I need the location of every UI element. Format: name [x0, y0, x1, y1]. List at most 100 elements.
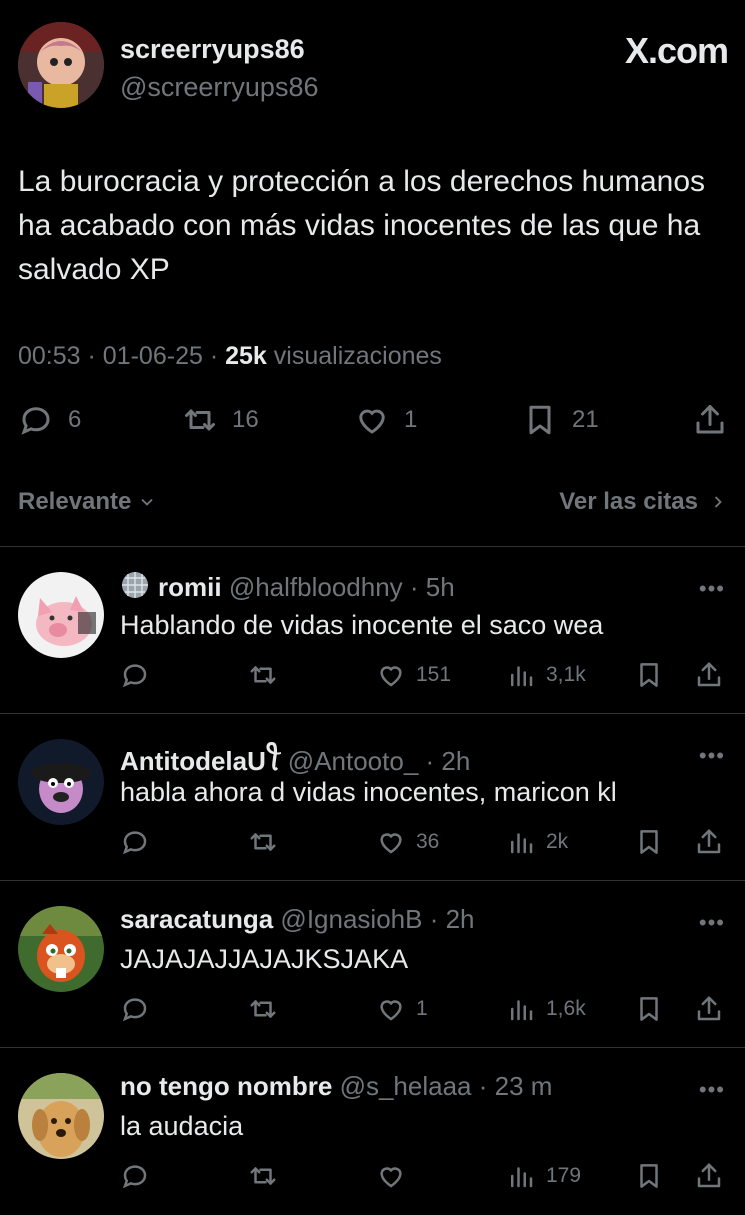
reply-author-name[interactable]: no tengo nombre [120, 1071, 332, 1101]
views-label[interactable]: visualizaciones [274, 342, 442, 370]
reply-share-button[interactable] [694, 1159, 724, 1193]
reply-item[interactable]: AntitodelaUꪻ @Antooto_ · 2h ••• habla ah… [0, 715, 745, 881]
tweet-time: 00:53 [18, 342, 81, 370]
author-handle[interactable]: @screerryups86 [120, 72, 318, 103]
views-chart-icon [511, 833, 533, 854]
reply-views-button[interactable]: 179 [506, 1159, 581, 1193]
reply-author-handle[interactable]: @halfbloodhny [229, 572, 403, 602]
retweet-button[interactable]: 16 [182, 402, 259, 438]
reply-count: 6 [68, 406, 82, 433]
reply-icon [122, 664, 147, 688]
reply-like-button[interactable]: 1 [376, 992, 428, 1026]
sort-dropdown[interactable]: Relevante [18, 488, 157, 516]
reply-author-handle[interactable]: @s_helaaa [340, 1071, 472, 1101]
reply-icon [21, 407, 50, 435]
reply-like-button[interactable]: 36 [376, 825, 439, 859]
bookmark-button[interactable]: 21 [522, 402, 599, 438]
disco-ball-icon [122, 572, 148, 598]
reply-time[interactable]: 23 m [495, 1071, 553, 1101]
bookmark-icon [640, 663, 658, 687]
reply-item[interactable]: saracatunga @IgnasiohB · 2h ••• JAJAJAJJ… [0, 882, 745, 1048]
x-logo: X.com [624, 30, 729, 71]
reply-share-button[interactable] [694, 992, 724, 1026]
meta-separator: · [471, 1071, 495, 1101]
retweet-count: 16 [232, 406, 259, 433]
reply-icon [122, 831, 147, 855]
reply-author-handle[interactable]: @Antooto_ [288, 746, 418, 776]
meta-separator: · [418, 746, 442, 776]
reply-like-count: 151 [416, 663, 452, 686]
reply-retweet-button[interactable] [248, 992, 278, 1026]
reply-bookmark-button[interactable] [634, 992, 664, 1026]
reply-text: la audacia [120, 1111, 244, 1141]
reply-bookmark-button[interactable] [634, 1159, 664, 1193]
reply-reply-button[interactable] [120, 658, 150, 692]
reply-views-button[interactable]: 2k [506, 825, 568, 859]
reply-share-button[interactable] [694, 825, 724, 859]
more-options-icon[interactable]: ••• [699, 1077, 725, 1103]
reply-text: Hablando de vidas inocente el saco wea [120, 610, 604, 640]
reply-like-button[interactable] [376, 1159, 416, 1193]
reply-author-name[interactable]: romii [158, 572, 222, 602]
more-options-icon[interactable]: ••• [699, 910, 725, 936]
meta-separator: · [402, 572, 426, 602]
reply-retweet-button[interactable] [248, 825, 278, 859]
reply-icon [122, 998, 147, 1022]
reply-author-name[interactable]: saracatunga [120, 904, 273, 934]
views-count: 25k [225, 342, 267, 370]
reply-retweet-button[interactable] [248, 1159, 278, 1193]
reply-author-handle[interactable]: @IgnasiohB [280, 904, 422, 934]
retweet-icon [250, 1167, 276, 1185]
reply-text: JAJAJAJJAJAJKSJAKA [120, 944, 409, 974]
divider [0, 880, 745, 881]
meta-separator: · [87, 342, 103, 370]
reply-avatar[interactable] [18, 906, 104, 992]
reply-button[interactable]: 6 [18, 402, 81, 438]
retweet-icon [250, 1000, 276, 1018]
reply-like-count: 36 [416, 830, 440, 853]
reply-retweet-button[interactable] [248, 658, 278, 692]
reply-text: habla ahora d vidas inocentes, maricon k… [120, 777, 617, 807]
reply-views-button[interactable]: 3,1k [506, 658, 586, 692]
reply-avatar[interactable] [18, 1073, 104, 1159]
reply-bookmark-button[interactable] [634, 658, 664, 692]
tweet-actions: 6 16 1 21 [18, 402, 728, 448]
tweet-header: screerryups86 @screerryups86 X.com [18, 22, 729, 112]
share-button[interactable] [692, 402, 728, 438]
reply-time[interactable]: 2h [446, 904, 475, 934]
bookmark-icon [640, 1164, 658, 1188]
reply-bookmark-button[interactable] [634, 825, 664, 859]
heart-icon [380, 1167, 402, 1188]
heart-icon [380, 833, 402, 854]
meta-separator: · [422, 904, 446, 934]
reply-avatar[interactable] [18, 739, 104, 825]
share-icon [697, 996, 721, 1021]
divider [0, 1047, 745, 1048]
author-avatar[interactable] [18, 22, 104, 108]
share-icon [696, 405, 724, 434]
views-chart-icon [511, 1000, 533, 1021]
author-display-name[interactable]: screerryups86 [120, 34, 305, 65]
reply-reply-button[interactable] [120, 992, 150, 1026]
heart-icon [380, 1000, 402, 1021]
reply-reply-button[interactable] [120, 1159, 150, 1193]
reply-item[interactable]: romii @halfbloodhny · 5h ••• Hablando de… [0, 548, 745, 714]
more-options-icon[interactable]: ••• [699, 576, 725, 602]
reply-views-button[interactable]: 1,6k [506, 992, 586, 1026]
like-count: 1 [404, 406, 418, 433]
reply-item[interactable]: no tengo nombre @s_helaaa · 23 m ••• la … [0, 1049, 745, 1215]
reply-reply-button[interactable] [120, 825, 150, 859]
reply-time[interactable]: 5h [426, 572, 455, 602]
reply-share-button[interactable] [694, 658, 724, 692]
tweet-text: La burocracia y protección a los derecho… [18, 165, 706, 286]
reply-author-name-suffix: ꪻ [265, 746, 281, 776]
reply-like-button[interactable]: 151 [376, 658, 451, 692]
reply-views-count: 3,1k [546, 663, 586, 686]
like-button[interactable]: 1 [354, 402, 417, 438]
reply-avatar[interactable] [18, 572, 104, 658]
reply-time[interactable]: 2h [441, 746, 470, 776]
reply-author-name[interactable]: AntitodelaU [120, 746, 266, 776]
view-quotes-link[interactable]: Ver las citas [559, 488, 728, 516]
more-options-icon[interactable]: ••• [699, 743, 725, 769]
replies-sort-bar: Relevante Ver las citas [18, 482, 728, 522]
